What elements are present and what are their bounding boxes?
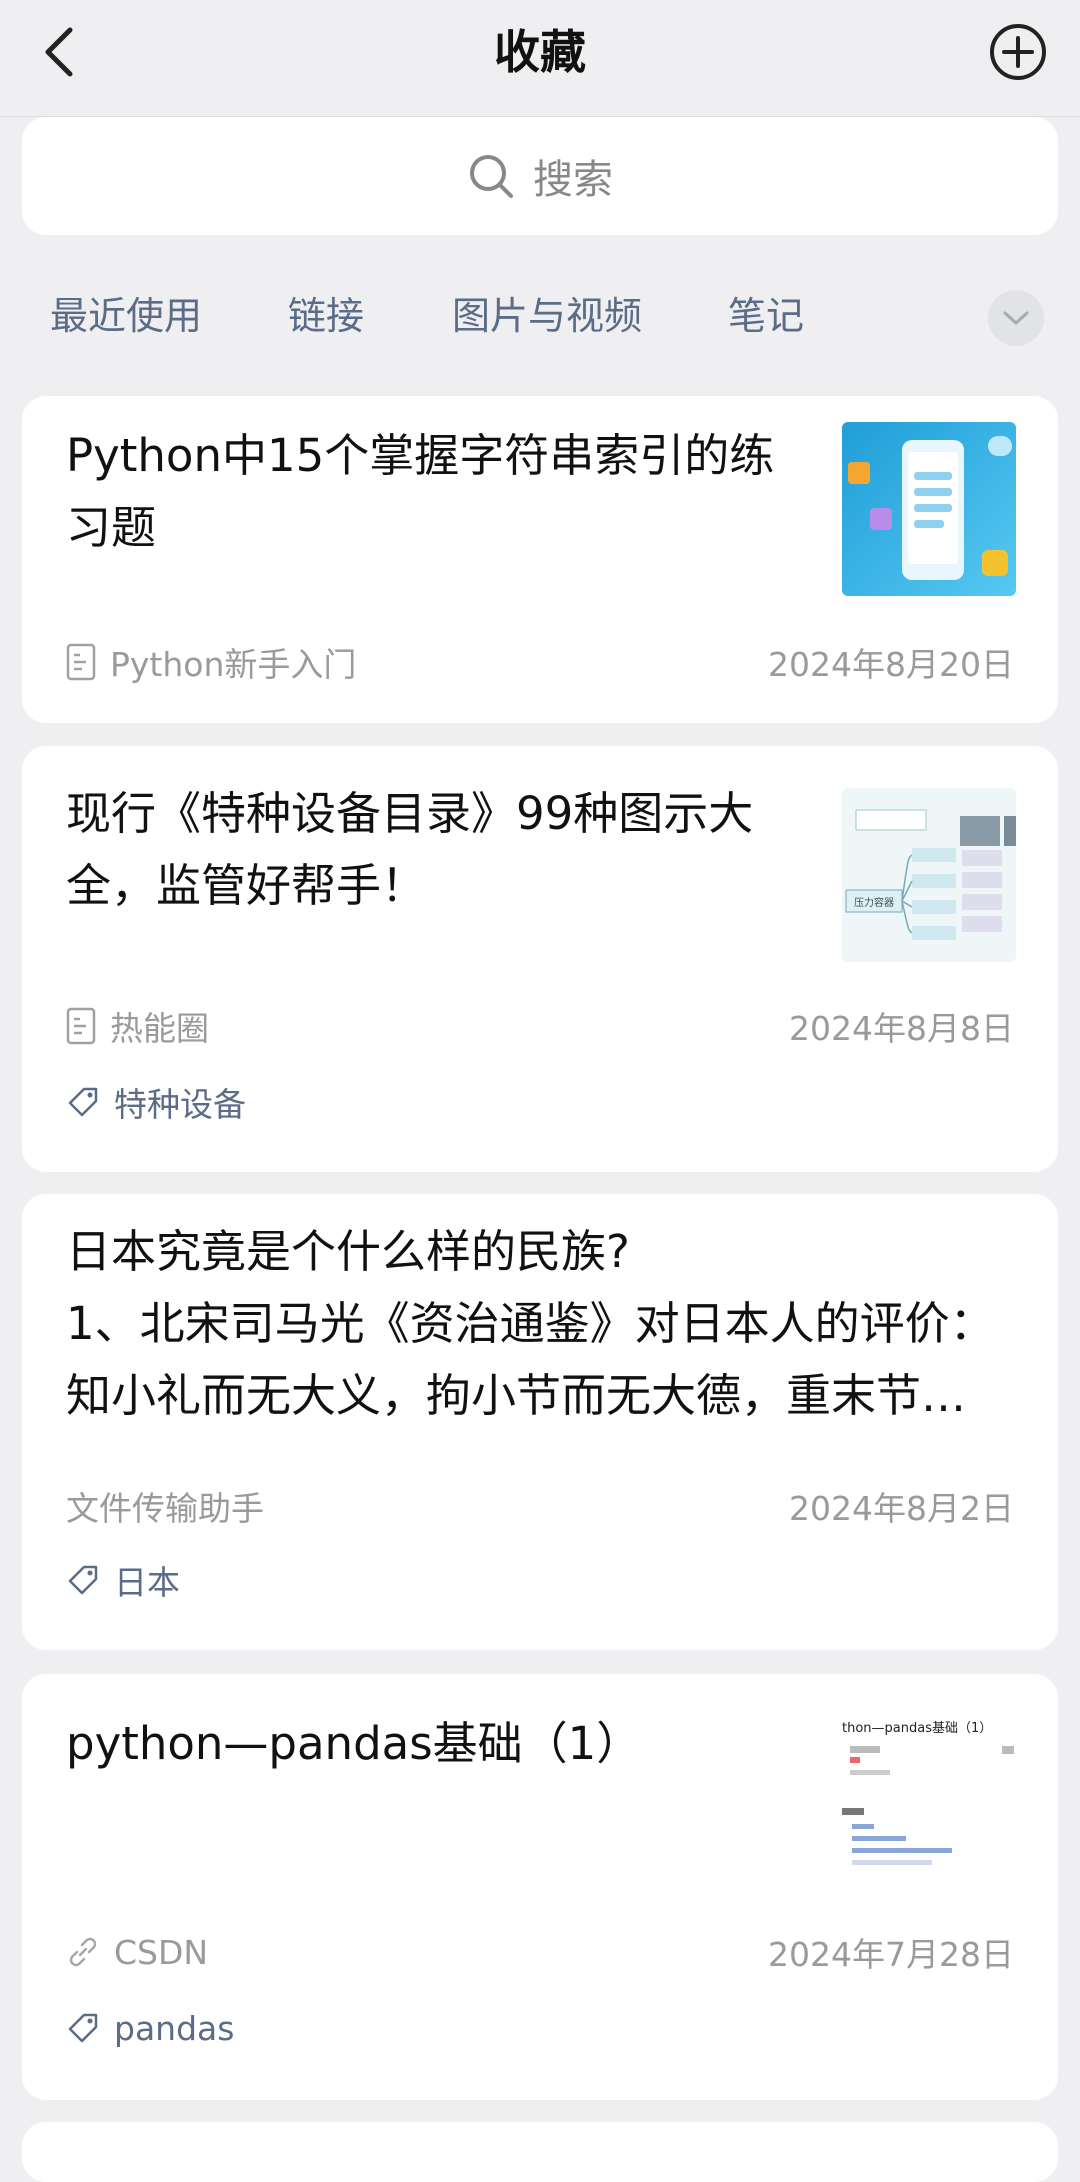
tab-recent[interactable]: 最近使用 xyxy=(50,280,202,352)
tag-icon xyxy=(68,1565,98,1595)
item-meta: Python新手入门 2024年8月20日 xyxy=(66,638,1014,686)
favorite-item[interactable]: 现行《特种设备目录》99种图示大 全，监管好帮手！ 压力容器 热能圈 2024年… xyxy=(22,746,1058,1172)
diagram-image: 压力容器 xyxy=(845,809,1016,940)
item-title-line: 知小礼而无大义，拘小节而无大德，重末节… xyxy=(66,1369,967,1422)
item-tag-label: 特种设备 xyxy=(114,1085,246,1124)
item-title-line: 全，监管好帮手！ xyxy=(66,859,427,912)
chevron-down-icon xyxy=(1003,311,1029,325)
item-meta: CSDN 2024年7月28日 xyxy=(66,1928,1014,1976)
item-tag-label: 日本 xyxy=(114,1563,180,1602)
item-title: 现行《特种设备目录》99种图示大 全，监管好帮手！ xyxy=(66,778,753,922)
item-tag[interactable]: pandas xyxy=(66,2004,234,2052)
search-placeholder: 搜索 xyxy=(533,157,613,203)
item-title-line: 现行《特种设备目录》99种图示大 xyxy=(66,787,754,840)
document-icon xyxy=(66,643,96,681)
item-tag[interactable]: 特种设备 xyxy=(66,1078,246,1126)
favorite-item[interactable]: 日本究竟是个什么样的民族? 1、北宋司马光《资治通鉴》对日本人的评价： 知小礼而… xyxy=(22,1194,1058,1650)
tag-icon xyxy=(68,2013,98,2043)
tab-images-videos[interactable]: 图片与视频 xyxy=(452,280,642,352)
item-tag[interactable]: 日本 xyxy=(66,1556,180,1604)
item-title: 日本究竟是个什么样的民族? 1、北宋司马光《资治通鉴》对日本人的评价： 知小礼而… xyxy=(66,1216,1014,1432)
item-source: Python新手入门 xyxy=(110,645,357,684)
tag-icon xyxy=(68,1087,98,1117)
tab-notes[interactable]: 笔记 xyxy=(728,280,804,352)
filter-tabs: 最近使用 链接 图片与视频 笔记 xyxy=(0,280,1080,352)
item-source: 文件传输助手 xyxy=(66,1489,264,1528)
item-source: 热能圈 xyxy=(110,1009,209,1048)
item-title-line: 日本究竟是个什么样的民族? xyxy=(66,1225,630,1278)
item-thumbnail: thon—pandas基础（1） xyxy=(842,1712,1016,1886)
item-date: 2024年8月20日 xyxy=(768,645,1014,684)
item-meta: 文件传输助手 2024年8月2日 xyxy=(66,1482,1014,1530)
favorite-item-partial[interactable] xyxy=(22,2122,1058,2182)
item-title: python—pandas基础（1） xyxy=(66,1708,641,1780)
tabs-expand-button[interactable] xyxy=(988,290,1044,346)
thumb-title: thon—pandas基础（1） xyxy=(842,1721,992,1736)
thumb-label: 压力容器 xyxy=(854,896,894,909)
item-title-line: 1、北宋司马光《资治通鉴》对日本人的评价： xyxy=(66,1297,995,1350)
item-date: 2024年8月8日 xyxy=(789,1009,1014,1048)
document-icon xyxy=(66,1007,96,1045)
item-title-line: Python中15个掌握字符串索引的练 xyxy=(66,429,775,482)
item-meta: 热能圈 2024年8月8日 xyxy=(66,1002,1014,1050)
add-button[interactable] xyxy=(986,20,1050,84)
item-thumbnail: 压力容器 xyxy=(842,788,1016,962)
tab-links[interactable]: 链接 xyxy=(288,280,364,352)
top-bar: 收藏 xyxy=(0,0,1080,117)
item-date: 2024年7月28日 xyxy=(768,1935,1014,1974)
item-source: CSDN xyxy=(114,1932,209,1972)
item-title: Python中15个掌握字符串索引的练 习题 xyxy=(66,420,774,564)
search-bar[interactable]: 搜索 xyxy=(22,117,1058,235)
item-date: 2024年8月2日 xyxy=(789,1489,1014,1528)
plus-circle-icon xyxy=(990,24,1046,80)
article-screenshot-image: thon—pandas基础（1） xyxy=(842,1721,1014,1865)
phone-app-image xyxy=(848,436,1012,580)
item-thumbnail xyxy=(842,422,1016,596)
search-icon xyxy=(470,155,513,198)
favorite-item[interactable]: python—pandas基础（1） thon—pandas基础（1） CSDN… xyxy=(22,1674,1058,2100)
link-icon xyxy=(69,1937,97,1967)
item-title-line: 习题 xyxy=(66,501,157,554)
page-title: 收藏 xyxy=(494,25,586,79)
item-title-line: python—pandas基础（1） xyxy=(66,1717,642,1770)
favorite-item[interactable]: Python中15个掌握字符串索引的练 习题 Python新手入门 2024年8… xyxy=(22,396,1058,723)
item-tag-label: pandas xyxy=(114,2008,235,2048)
